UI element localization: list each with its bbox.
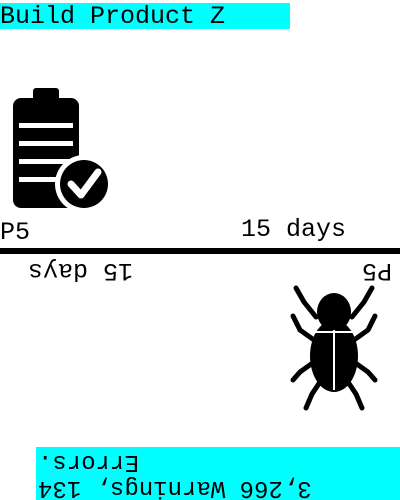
build-status-message: 3,266 Warnings, 134 Errors. <box>36 447 400 500</box>
left-priority-label: P5 <box>0 218 31 247</box>
bug-icon <box>290 285 378 411</box>
divider <box>0 248 400 254</box>
clipboard-check-icon <box>13 88 110 213</box>
right-priority-label: P5 <box>362 256 393 285</box>
left-duration-label: 15 days <box>241 215 347 244</box>
page-title: Build Product Z <box>0 3 290 29</box>
right-duration-label: 15 days <box>28 256 134 285</box>
